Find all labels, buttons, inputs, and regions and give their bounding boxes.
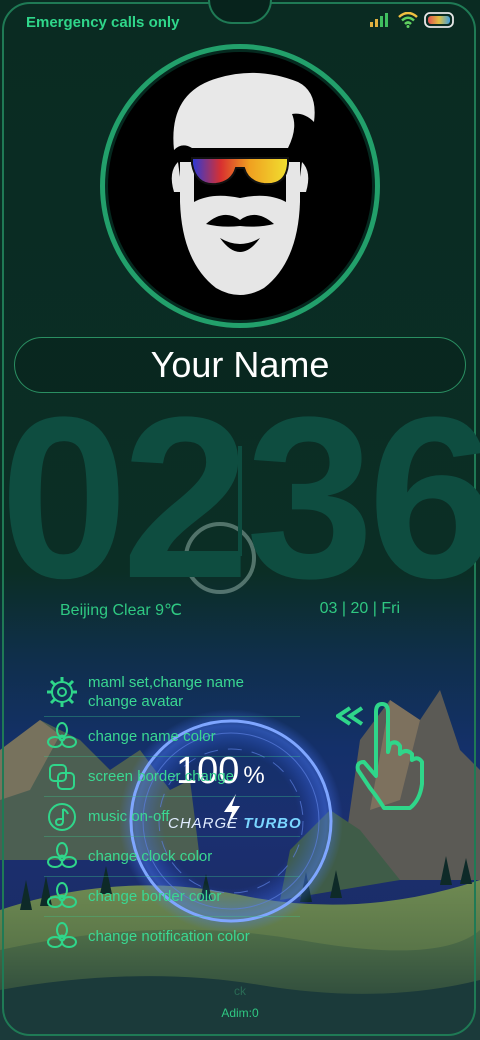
signal-icon: [370, 13, 388, 27]
music-icon: [44, 799, 80, 835]
flower-icon: [44, 919, 80, 955]
menu-item-maml-set[interactable]: maml set,change name change avatar: [44, 668, 300, 717]
admin-counter: Adim:0: [221, 1006, 259, 1020]
avatar[interactable]: [108, 52, 372, 320]
carrier-status: Emergency calls only: [26, 14, 180, 31]
date-text: 03 | 20 | Fri: [319, 600, 400, 617]
menu-label-notification-color: change notification color: [88, 928, 250, 945]
menu-item-music[interactable]: music on-off: [44, 797, 300, 837]
hand-pointer-icon[interactable]: [336, 700, 436, 812]
menu-label-border-color: change border color: [88, 888, 222, 905]
menu-label-music: music on-off: [88, 808, 170, 825]
flower-icon: [44, 719, 80, 755]
bearded-man-icon: [171, 72, 315, 295]
flower-icon: [44, 839, 80, 875]
clock-minutes: 36: [246, 369, 480, 626]
lock-screen: Emergency calls only Your Name 02 36 Bei…: [0, 0, 480, 1040]
menu-label-clock-color: change clock color: [88, 848, 213, 865]
gear-icon: [44, 674, 80, 710]
menu-label-name-color: change name color: [88, 728, 216, 745]
flower-icon: [44, 879, 80, 915]
menu-first-line2: change avatar: [88, 693, 184, 710]
menu-first-line1: maml set,change name: [88, 674, 244, 691]
menu-first-label: maml set,change name change avatar: [88, 673, 244, 711]
menu-item-clock-color[interactable]: change clock color: [44, 837, 300, 877]
status-icons: [370, 12, 456, 28]
weather-text: Beijing Clear 9℃: [60, 602, 183, 619]
menu-item-border-change[interactable]: screen border change: [44, 757, 300, 797]
big-clock: 02 36: [0, 369, 480, 626]
menu-item-notification-color[interactable]: change notification color: [44, 917, 300, 956]
camera-notch: [208, 0, 272, 24]
wifi-icon: [398, 12, 418, 28]
squares-icon: [44, 759, 80, 795]
battery-icon: [424, 12, 454, 28]
settings-menu: maml set,change name change avatar chang…: [44, 668, 300, 956]
menu-label-border-change: screen border change: [88, 768, 234, 785]
menu-item-border-color[interactable]: change border color: [44, 877, 300, 917]
menu-item-name-color[interactable]: change name color: [44, 717, 300, 757]
clock-hours: 02: [0, 369, 250, 626]
bottom-hint: ck: [234, 984, 246, 998]
